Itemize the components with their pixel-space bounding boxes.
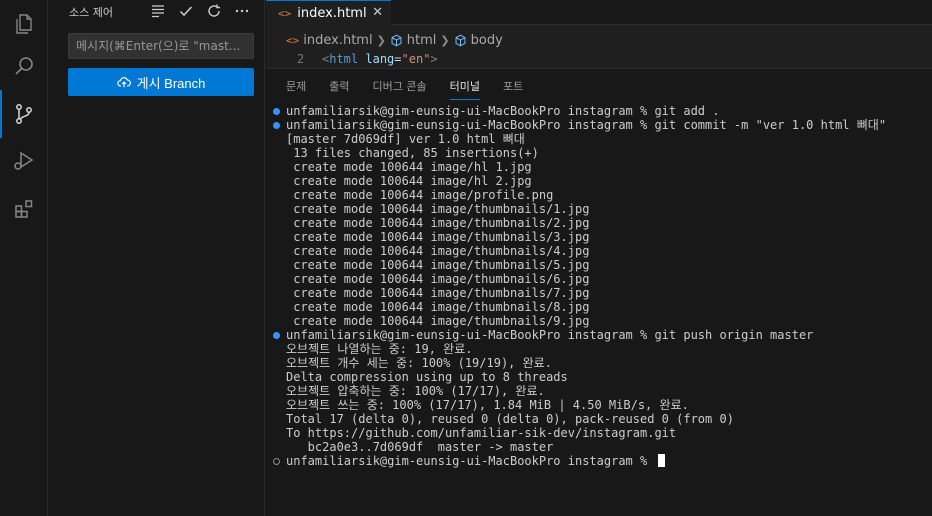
view-as-tree-icon[interactable]	[149, 2, 167, 20]
command-decoration-icon[interactable]	[273, 108, 280, 115]
terminal-line: [master 7d069df] ver 1.0 html 뼈대	[286, 132, 525, 146]
terminal-line: 오브젝트 나열하는 중: 19, 완료.	[286, 342, 473, 356]
breadcrumb-item-html[interactable]: html	[407, 33, 437, 48]
terminal-line: To https://github.com/unfamiliar-sik-dev…	[286, 426, 677, 440]
panel-tab[interactable]: 출력	[329, 78, 349, 100]
html-file-icon: <>	[278, 6, 292, 20]
terminal-output[interactable]: unfamiliarsik@gim-eunsig-ui-MacBookPro i…	[266, 104, 932, 514]
terminal-line: create mode 100644 image/thumbnails/3.jp…	[286, 230, 590, 244]
terminal-line: create mode 100644 image/thumbnails/9.jp…	[286, 314, 590, 328]
terminal-line: create mode 100644 image/thumbnails/1.jp…	[286, 202, 590, 216]
editor-area: <> index.html ✕ <> index.html ❯ html ❯ b…	[266, 0, 932, 516]
code-text[interactable]: <html lang="en">	[322, 52, 438, 66]
terminal-line: 오브젝트 개수 세는 중: 100% (19/19), 완료.	[286, 356, 552, 370]
element-cube-icon	[390, 34, 403, 47]
terminal-cursor	[658, 454, 666, 467]
terminal-line: 오브젝트 압축하는 중: 100% (17/17), 완료.	[286, 384, 545, 398]
editor-tab-bar: <> index.html ✕	[266, 0, 932, 25]
panel-tab[interactable]: 터미널	[449, 78, 481, 100]
source-control-icon[interactable]	[0, 90, 48, 138]
panel-tab[interactable]: 문제	[286, 78, 306, 100]
search-icon[interactable]	[0, 42, 48, 90]
element-cube-icon	[454, 34, 467, 47]
cloud-upload-icon	[116, 77, 131, 88]
terminal-line: create mode 100644 image/hl 1.jpg	[286, 160, 532, 174]
commit-check-icon[interactable]	[177, 2, 195, 20]
terminal-line: create mode 100644 image/thumbnails/6.jp…	[286, 272, 590, 286]
explorer-icon[interactable]	[0, 0, 48, 48]
command-decoration-icon[interactable]	[273, 332, 280, 339]
terminal-line: unfamiliarsik@gim-eunsig-ui-MacBookPro i…	[286, 104, 720, 118]
line-number: 2	[297, 52, 305, 66]
activity-bar	[0, 0, 48, 516]
terminal-line: 13 files changed, 85 insertions(+)	[286, 146, 539, 160]
terminal-line: 오브젝트 쓰는 중: 100% (17/17), 1.84 MiB | 4.50…	[286, 398, 689, 412]
publish-branch-button[interactable]: 게시 Branch	[68, 68, 254, 96]
terminal-line: create mode 100644 image/thumbnails/2.jp…	[286, 216, 590, 230]
terminal-line: create mode 100644 image/profile.png	[286, 188, 554, 202]
terminal-line: Delta compression using up to 8 threads	[286, 370, 568, 384]
chevron-right-icon: ❯	[440, 33, 450, 47]
terminal-line: create mode 100644 image/thumbnails/8.jp…	[286, 300, 590, 314]
terminal-line: create mode 100644 image/thumbnails/5.jp…	[286, 258, 590, 272]
terminal-line: create mode 100644 image/thumbnails/4.jp…	[286, 244, 590, 258]
publish-branch-label: 게시 Branch	[136, 75, 206, 91]
command-decoration-icon[interactable]	[273, 122, 280, 129]
tab-index-html[interactable]: <> index.html ✕	[266, 0, 391, 25]
panel-tab[interactable]: 디버그 콘솔	[373, 78, 427, 100]
chevron-right-icon: ❯	[376, 33, 386, 47]
sidebar-title: 소스 제어	[69, 6, 113, 19]
terminal-line: create mode 100644 image/thumbnails/7.jp…	[286, 286, 590, 300]
code-line[interactable]: 2 <html lang="en">	[266, 50, 932, 68]
html-file-icon: <>	[286, 33, 300, 47]
refresh-icon[interactable]	[205, 2, 223, 20]
commit-message-input[interactable]: 메시지(⌘Enter(으)로 "mast...	[68, 33, 254, 59]
run-debug-icon[interactable]	[0, 137, 48, 185]
breadcrumb-item-file[interactable]: index.html	[303, 33, 372, 48]
terminal-line: unfamiliarsik@gim-eunsig-ui-MacBookPro i…	[286, 328, 814, 342]
command-decoration-icon[interactable]	[273, 458, 280, 465]
terminal-line: bc2a0e3..7d069df master -> master	[286, 440, 554, 454]
close-icon[interactable]: ✕	[372, 5, 383, 20]
bottom-panel: 문제 출력 디버그 콘솔 터미널 포트 unfamiliarsik@gim-eunsig…	[266, 68, 932, 516]
panel-tab[interactable]: 포트	[503, 78, 523, 100]
terminal-line: unfamiliarsik@gim-eunsig-ui-MacBookPro i…	[286, 454, 666, 468]
extensions-icon[interactable]	[0, 185, 48, 233]
source-control-sidebar: 소스 제어 메시지(⌘Enter(으)로 "mast... 게시 Branch	[49, 0, 265, 516]
terminal-line: Total 17 (delta 0), reused 0 (delta 0), …	[286, 412, 734, 426]
breadcrumb: <> index.html ❯ html ❯ body	[286, 30, 503, 50]
tab-label: index.html	[297, 5, 367, 21]
terminal-line: unfamiliarsik@gim-eunsig-ui-MacBookPro i…	[286, 118, 887, 132]
more-actions-icon[interactable]	[233, 2, 251, 20]
sidebar-header: 소스 제어	[49, 0, 265, 24]
breadcrumb-item-body[interactable]: body	[471, 33, 503, 48]
sidebar-actions	[149, 2, 251, 20]
terminal-line: create mode 100644 image/hl 2.jpg	[286, 174, 532, 188]
panel-tabs: 문제 출력 디버그 콘솔 터미널 포트	[286, 78, 546, 100]
